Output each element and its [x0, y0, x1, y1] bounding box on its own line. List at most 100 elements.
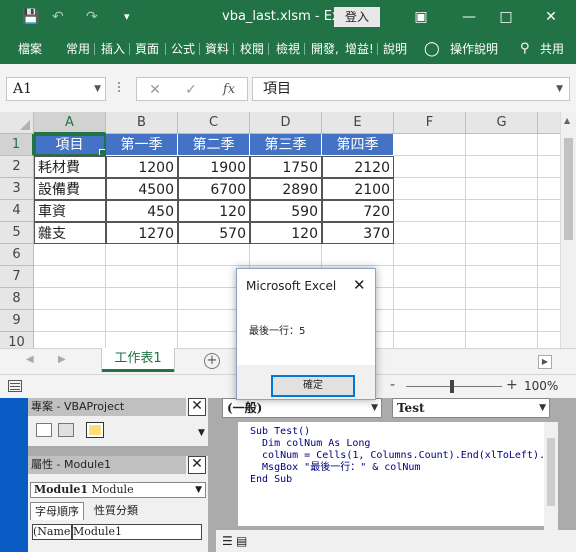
empty-cell[interactable] [538, 178, 560, 200]
empty-cell[interactable] [466, 156, 538, 178]
chevron-down-icon[interactable]: ▼ [371, 399, 378, 417]
code-line[interactable]: Dim colNum As Long [250, 438, 370, 450]
empty-cell[interactable] [34, 332, 106, 348]
column-header-b[interactable]: B [106, 112, 178, 134]
column-header-h[interactable] [538, 112, 560, 134]
scroll-right-icon[interactable]: ▶ [538, 355, 552, 369]
procedure-view-icon[interactable]: ☰ [222, 534, 233, 548]
column-header-a[interactable]: A [34, 112, 106, 134]
empty-cell[interactable] [106, 244, 178, 266]
empty-cell[interactable] [538, 156, 560, 178]
empty-cell[interactable] [538, 134, 560, 156]
empty-cell[interactable] [466, 178, 538, 200]
cell-e3[interactable]: 2100 [322, 178, 394, 200]
cell-d3[interactable]: 2890 [250, 178, 322, 200]
scroll-up-icon[interactable]: ▲ [564, 116, 570, 125]
zoom-slider[interactable] [406, 386, 502, 387]
cell-e5[interactable]: 370 [322, 222, 394, 244]
ribbon-display-icon[interactable]: ▣ [410, 6, 432, 28]
tab-file[interactable]: 檔案 [18, 41, 42, 57]
empty-cell[interactable] [394, 332, 466, 348]
row-header-2[interactable]: 2 [0, 156, 34, 178]
empty-cell[interactable] [466, 134, 538, 156]
sign-in-button[interactable]: 登入 [334, 7, 380, 27]
next-sheet-icon[interactable]: ▶ [58, 354, 66, 365]
empty-cell[interactable] [394, 178, 466, 200]
column-header-d[interactable]: D [250, 112, 322, 134]
empty-cell[interactable] [394, 288, 466, 310]
empty-cell[interactable] [394, 222, 466, 244]
empty-cell[interactable] [466, 310, 538, 332]
macro-record-icon[interactable] [8, 380, 22, 392]
cell-a4[interactable]: 車資 [34, 200, 106, 222]
cell-a1[interactable]: 項目 [34, 134, 106, 156]
vertical-scroll-thumb[interactable] [564, 138, 573, 240]
zoom-out-button[interactable]: - [390, 377, 395, 393]
empty-cell[interactable] [394, 134, 466, 156]
empty-cell[interactable] [394, 200, 466, 222]
tab-insert[interactable]: 插入 [101, 41, 125, 57]
empty-cell[interactable] [466, 266, 538, 288]
close-icon[interactable]: ✕ [188, 456, 206, 474]
row-header-10[interactable]: 10 [0, 332, 34, 348]
empty-cell[interactable] [34, 310, 106, 332]
chevron-down-icon[interactable]: ▼ [539, 399, 546, 417]
empty-cell[interactable] [106, 310, 178, 332]
save-icon[interactable]: 💾 [22, 9, 39, 25]
row-header-3[interactable]: 3 [0, 178, 34, 200]
empty-cell[interactable] [466, 222, 538, 244]
prev-sheet-icon[interactable]: ◀ [26, 354, 34, 365]
chevron-down-icon[interactable]: ▼ [195, 483, 202, 497]
cell-d4[interactable]: 590 [250, 200, 322, 222]
empty-cell[interactable] [538, 200, 560, 222]
close-icon[interactable]: ✕ [188, 398, 206, 416]
cancel-icon[interactable]: ✕ [143, 80, 167, 100]
procedure-combo[interactable]: Test ▼ [392, 398, 550, 418]
tab-developer[interactable]: 開發, [311, 41, 339, 57]
cell-c2[interactable]: 1900 [178, 156, 250, 178]
formula-input[interactable]: 項目 ▼ [252, 77, 570, 101]
scroll-down-icon[interactable]: ▼ [198, 428, 205, 438]
empty-cell[interactable] [466, 244, 538, 266]
code-window[interactable]: Sub Test() Dim colNum As Long colNum = C… [238, 422, 544, 526]
empty-cell[interactable] [250, 244, 322, 266]
zoom-in-button[interactable]: + [506, 377, 518, 393]
vertical-scrollbar[interactable]: ▲ [560, 112, 576, 348]
cell-c3[interactable]: 6700 [178, 178, 250, 200]
cell-e1[interactable]: 第四季 [322, 134, 394, 156]
expand-formula-icon[interactable]: ▼ [556, 78, 563, 100]
tab-help[interactable]: 說明 [383, 41, 407, 57]
tab-page-layout[interactable]: 頁面 [135, 41, 162, 57]
empty-cell[interactable] [538, 310, 560, 332]
share-button[interactable]: 共用 [540, 41, 564, 57]
empty-cell[interactable] [394, 156, 466, 178]
sheet-tab-1[interactable]: 工作表1 [102, 348, 174, 372]
close-icon[interactable]: ✕ [353, 275, 366, 295]
window-close-icon[interactable]: ✕ [540, 6, 562, 28]
customize-qat-icon[interactable]: ▾ [124, 9, 130, 25]
zoom-slider-thumb[interactable] [450, 380, 454, 393]
row-header-6[interactable]: 6 [0, 244, 34, 266]
row-header-8[interactable]: 8 [0, 288, 34, 310]
insert-function-icon[interactable]: fx [217, 80, 241, 100]
cell-e4[interactable]: 720 [322, 200, 394, 222]
cell-b1[interactable]: 第一季 [106, 134, 178, 156]
code-line[interactable]: colNum = Cells(1, Columns.Count).End(xlT… [250, 450, 544, 462]
row-header-5[interactable]: 5 [0, 222, 34, 244]
cell-a2[interactable]: 耗材費 [34, 156, 106, 178]
empty-cell[interactable] [106, 266, 178, 288]
column-header-c[interactable]: C [178, 112, 250, 134]
cell-b4[interactable]: 450 [106, 200, 178, 222]
empty-cell[interactable] [538, 222, 560, 244]
empty-cell[interactable] [538, 288, 560, 310]
column-header-e[interactable]: E [322, 112, 394, 134]
cell-a5[interactable]: 雜支 [34, 222, 106, 244]
column-header-f[interactable]: F [394, 112, 466, 134]
tab-alphabetic[interactable]: 字母順序 [30, 502, 84, 520]
tab-addins[interactable]: 增益! [345, 41, 374, 57]
empty-cell[interactable] [466, 200, 538, 222]
empty-cell[interactable] [394, 244, 466, 266]
share-icon[interactable]: ⚲ [520, 41, 530, 57]
view-object-icon[interactable] [58, 423, 74, 437]
empty-cell[interactable] [34, 266, 106, 288]
